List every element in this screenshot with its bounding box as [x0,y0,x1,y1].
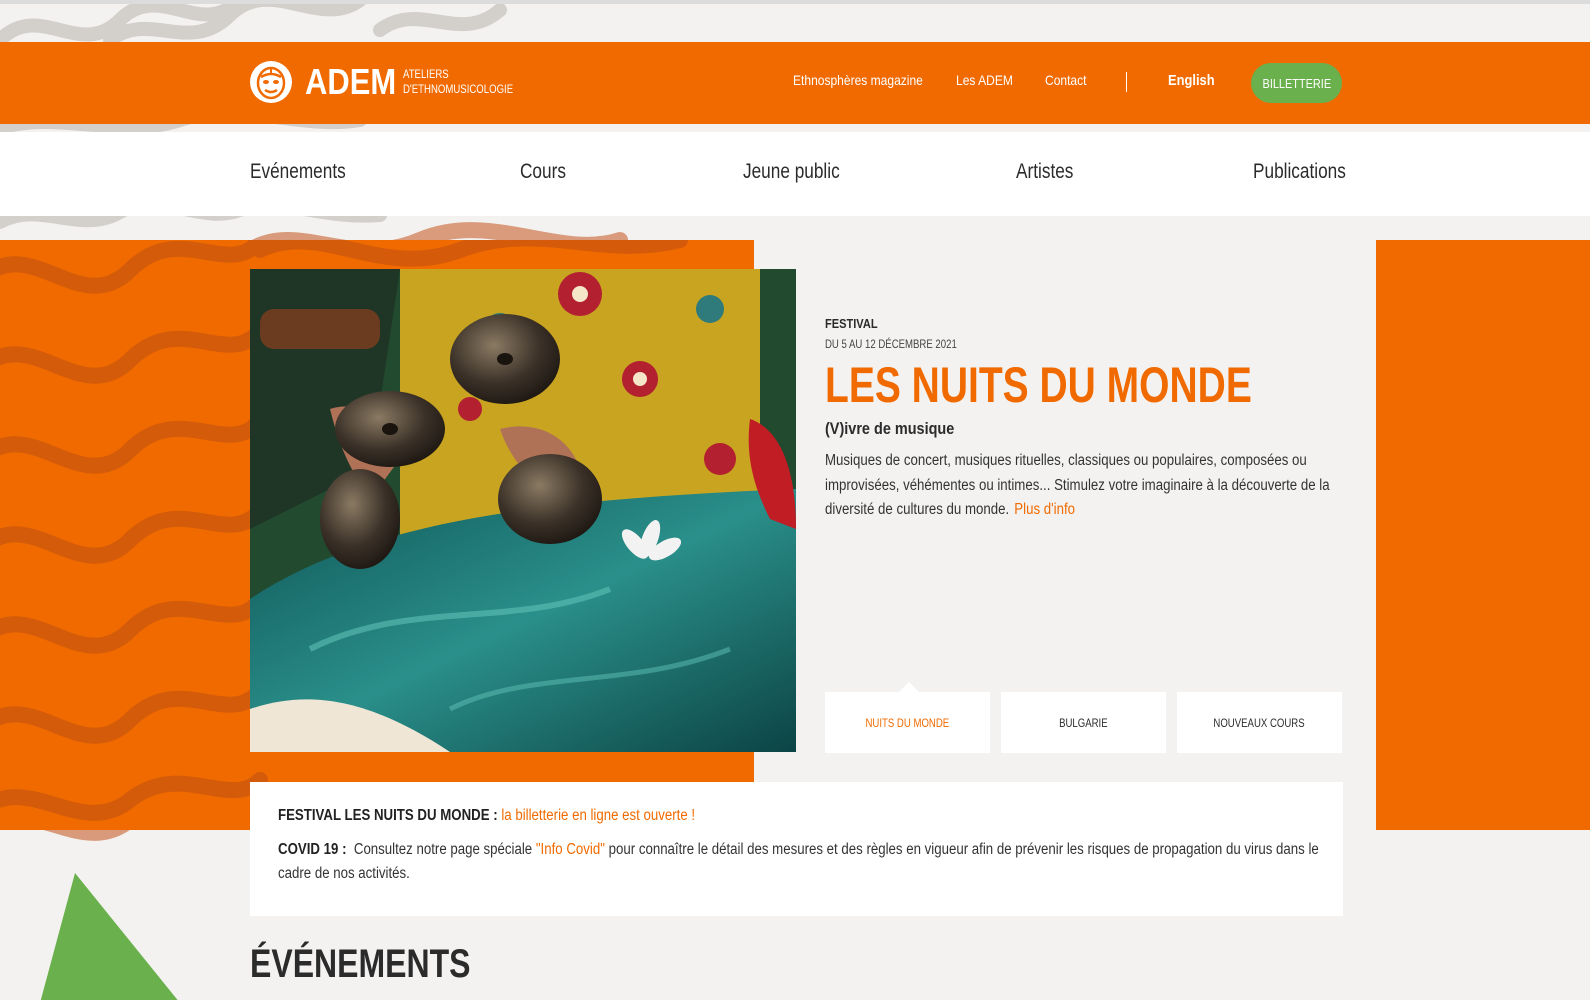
nav-link-contact[interactable]: Contact [1045,72,1086,88]
browser-top-strip [0,0,1590,4]
covid-notice: COVID 19 : Consultez notre page spéciale… [278,838,1321,887]
tab-bulgarie[interactable]: BULGARIE [1001,692,1166,753]
main-nav-item-evenements[interactable]: Evénements [250,160,346,184]
covid-text-before: Consultez notre page spéciale [353,840,533,858]
nav-link-magazine[interactable]: Ethnosphères magazine [793,72,923,88]
announcement-box: FESTIVAL LES NUITS DU MONDE : la billett… [250,782,1343,916]
language-switch-english[interactable]: English [1168,72,1215,89]
hero-photo [250,269,796,752]
main-nav-item-publications[interactable]: Publications [1253,160,1346,184]
hero-orange-panel-right [1376,240,1590,830]
hero-title: LES NUITS DU MONDE [825,357,1252,413]
tab-label: NOUVEAUX COURS [1213,715,1306,730]
hero-image-musician-cymbals [250,269,796,752]
hero-eyebrow: FESTIVAL [825,316,878,331]
nav-link-les-adem[interactable]: Les ADEM [956,72,1013,88]
decorative-green-triangle [40,873,178,1000]
hero-description: Musiques de concert, musiques rituelles,… [825,449,1347,523]
main-nav-item-jeune-public[interactable]: Jeune public [743,160,840,184]
covid-notice-label: COVID 19 : [278,840,347,858]
festival-notice-label: FESTIVAL LES NUITS DU MONDE : [278,807,498,824]
nav-divider [1126,72,1127,92]
festival-ticket-link[interactable]: la billetterie en ligne est ouverte ! [501,807,695,824]
tab-label: NUITS DU MONDE [865,715,950,730]
utility-nav: Ethnosphères magazine Les ADEM Contact E… [0,42,1590,124]
festival-notice: FESTIVAL LES NUITS DU MONDE : la billett… [278,804,1321,829]
hero-text-block: FESTIVAL DU 5 AU 12 DÉCEMBRE 2021 LES NU… [825,316,1345,523]
tickets-button[interactable]: BILLETTERIE [1251,63,1342,103]
tab-label: BULGARIE [1059,715,1108,730]
hero-dates: DU 5 AU 12 DÉCEMBRE 2021 [825,337,957,351]
main-nav: Evénements Cours Jeune public Artistes P… [0,132,1590,216]
events-section-title: ÉVÉNEMENTS [250,942,471,986]
info-covid-link[interactable]: "Info Covid" [536,841,605,858]
hero-orange-panel-left-lower [0,782,250,830]
tab-nouveaux-cours[interactable]: NOUVEAUX COURS [1177,692,1342,753]
hero-description-text: Musiques de concert, musiques rituelles,… [825,452,1330,518]
hero-subtitle: (V)ivre de musique [825,419,955,438]
site-header: ADEM ATELIERS D'ETHNOMUSICOLOGIE Ethnosp… [0,42,1590,124]
main-nav-item-artistes[interactable]: Artistes [1016,160,1073,184]
tickets-button-label: BILLETTERIE [1262,75,1331,91]
tab-nuits-du-monde[interactable]: NUITS DU MONDE [825,682,990,753]
hero-more-info-link[interactable]: Plus d'info [1014,501,1075,518]
main-nav-item-cours[interactable]: Cours [520,160,566,184]
